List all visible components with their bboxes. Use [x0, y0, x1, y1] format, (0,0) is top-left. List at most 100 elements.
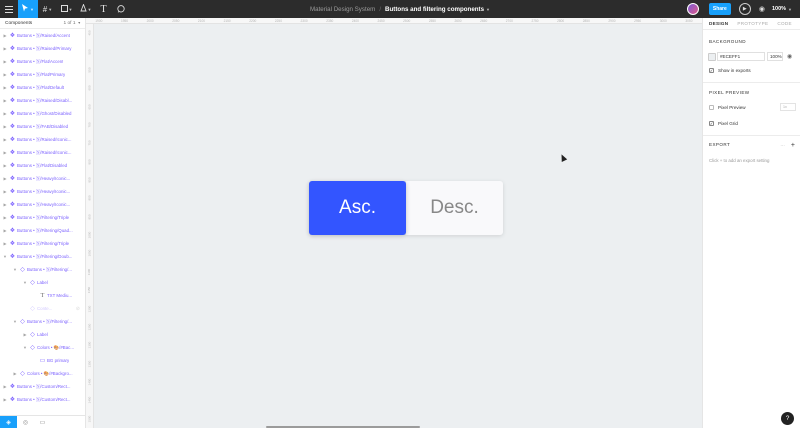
mouse-cursor-icon — [558, 153, 568, 162]
component-icon: ❖ — [9, 124, 16, 130]
chevron-down-icon: ▼ — [68, 6, 73, 12]
ruler-tick-label: 2350 — [326, 18, 334, 23]
layers-icon[interactable]: ◈ — [0, 415, 17, 428]
zoom-level[interactable]: 100% — [772, 6, 786, 12]
chevron-down-icon: ▼ — [77, 21, 81, 25]
component-icon: ❖ — [9, 215, 16, 221]
ruler-tick-label: 1500 — [87, 415, 92, 423]
pixel-preview-scale-select[interactable]: 1x — [780, 103, 796, 111]
background-opacity-input[interactable]: 100% — [767, 52, 783, 61]
shape-tool-button[interactable]: ▼ — [57, 0, 76, 18]
layer-row[interactable]: ◇ Conte... ⊘ — [0, 302, 85, 315]
layer-label: Buttons • 🅂/Filtering/... — [27, 318, 72, 324]
layer-row[interactable]: ▼ ◇ Buttons • 🅂/Filtering/... — [0, 263, 85, 276]
layer-row[interactable]: ▶ ❖ Buttons • 🅂/Raised/Disabl... — [0, 94, 85, 107]
file-name[interactable]: Buttons and filtering components — [385, 6, 484, 13]
tab-design[interactable]: DESIGN — [709, 21, 728, 26]
background-fill-row: #ECEFF1 100% ◉ — [708, 52, 792, 61]
left-panel-footer: ◈ ◎ ▭ — [0, 415, 85, 428]
background-hex-input[interactable]: #ECEFF1 — [717, 52, 765, 61]
layer-row[interactable]: ▶ ❖ Buttons • 🅂/Heavy/Iconic... — [0, 172, 85, 185]
layer-row[interactable]: ▶ ❖ Buttons • 🅂/Raised/Iconic... — [0, 133, 85, 146]
layer-label: Colors • 🎨/#Bac... — [37, 344, 75, 350]
canvas[interactable]: Asc. Desc. — [94, 24, 702, 428]
layer-row[interactable]: ▼ ◇ Colors • 🎨/#Bac... — [0, 341, 85, 354]
export-hint: Click + to add an export setting — [709, 158, 770, 163]
figma-editor: ▼ # ▼ ▼ ▼ T Material Design System / Butt… — [0, 0, 800, 428]
eye-icon[interactable]: ◉ — [787, 53, 792, 60]
pen-icon — [79, 3, 87, 14]
question-icon: ? — [785, 415, 790, 422]
desc-button[interactable]: Desc. — [406, 181, 503, 235]
assets-icon[interactable]: ◎ — [17, 416, 34, 428]
pages-selector[interactable]: Components 1 of 1 ▼ — [0, 18, 85, 29]
frame-tool-button[interactable]: # ▼ — [38, 0, 57, 18]
move-tool-button[interactable]: ▼ — [18, 0, 38, 18]
layer-row[interactable]: ▶ ❖ Buttons • 🅂/Raised/Iconic... — [0, 146, 85, 159]
component-icon: ❖ — [9, 59, 16, 65]
layer-row[interactable]: ▶ ❖ Buttons • 🅂/Filtering/Triple — [0, 211, 85, 224]
layer-row[interactable]: ▼ ❖ Buttons • 🅂/Filtering/Doub... — [0, 250, 85, 263]
eye-closed-icon[interactable]: ⊘ — [76, 306, 80, 312]
chevron-down-icon[interactable]: ▼ — [486, 7, 490, 12]
plus-icon[interactable]: + — [791, 142, 795, 149]
layer-row[interactable]: ▶ ◇ Colors • 🎨/#Backgro... — [0, 367, 85, 380]
color-swatch[interactable] — [708, 52, 716, 61]
layer-label: Buttons • 🅂/Custom/Rect... — [17, 396, 71, 402]
pixel-grid-row[interactable]: ✓ Pixel Grid — [709, 121, 738, 126]
ruler-tick-label: 2500 — [403, 18, 411, 23]
speech-bubble-icon[interactable] — [112, 0, 129, 18]
chevron-down-icon[interactable]: ▼ — [788, 7, 792, 12]
layer-row[interactable]: ▶ ❖ Buttons • 🅂/Custom/Rect... — [0, 380, 85, 393]
instance-icon: ◇ — [30, 345, 35, 351]
layer-row[interactable]: ▶ ❖ Buttons • 🅂/Custom/Rect... — [0, 393, 85, 406]
pixel-preview-row[interactable]: Pixel Preview — [709, 105, 746, 110]
properties-panel: DESIGN PROTOTYPE CODE BACKGROUND #ECEFF1… — [702, 18, 800, 428]
text-T-icon[interactable]: T — [95, 0, 112, 18]
component-icon: ❖ — [9, 85, 16, 91]
play-icon[interactable]: ▶ — [738, 3, 751, 15]
project-name[interactable]: Material Design System — [310, 6, 375, 13]
asc-button[interactable]: Asc. — [309, 181, 406, 235]
ruler-tick-label: 700 — [87, 122, 92, 128]
layer-row[interactable]: ▶ ❖ Buttons • 🅂/Filtering/Quad... — [0, 224, 85, 237]
share-button[interactable]: Share — [708, 3, 731, 15]
layer-row[interactable]: ▶ ❖ Buttons • 🅂/Ghost/Disabled — [0, 107, 85, 120]
tab-prototype[interactable]: PROTOTYPE — [737, 21, 768, 26]
layer-row[interactable]: ▶ ❖ Buttons • 🅂/Raised/Accent — [0, 29, 85, 42]
layer-row[interactable]: ▶ ❖ Buttons • 🅂/Flat/Default — [0, 81, 85, 94]
pixel-grid-checkbox[interactable]: ✓ — [709, 121, 714, 126]
ruler-vertical: 450 500 550 600 650 700 750 800 850 900 950 1000 105… — [86, 24, 94, 428]
layer-row[interactable]: ▼ ◇ Buttons • 🅂/Filtering/... — [0, 315, 85, 328]
tab-code[interactable]: CODE — [777, 21, 791, 26]
layer-row[interactable]: ▶ ◇ Label — [0, 328, 85, 341]
layer-row[interactable]: T TXT Mediu... — [0, 289, 85, 302]
book-icon[interactable]: ▭ — [34, 416, 51, 428]
section-divider — [703, 135, 800, 136]
layer-row[interactable]: ▭ BG primary — [0, 354, 85, 367]
layer-row[interactable]: ▶ ❖ Buttons • 🅂/Flat/Accent — [0, 55, 85, 68]
layer-row[interactable]: ▶ ❖ Buttons • 🅂/Flat/Primary — [0, 68, 85, 81]
layer-row[interactable]: ▶ ❖ Buttons • 🅂/Raised/Primary — [0, 42, 85, 55]
layer-row[interactable]: ▶ ❖ Buttons • 🅂/Flat/Disabled — [0, 159, 85, 172]
pen-tool-button[interactable]: ▼ — [76, 0, 95, 18]
layer-row[interactable]: ▶ ❖ Buttons • 🅂/FAB/Disabled — [0, 120, 85, 133]
show-in-exports-checkbox[interactable]: ✓ — [709, 68, 714, 73]
export-options-icon[interactable]: ⋯ — [780, 143, 785, 149]
hamburger-icon[interactable] — [0, 0, 18, 18]
avatar[interactable] — [686, 3, 699, 15]
eye-icon[interactable]: ◉ — [759, 5, 765, 13]
layer-row[interactable]: ▶ ❖ Buttons • 🅂/Filtering/Triple — [0, 237, 85, 250]
filter-button-group[interactable]: Asc. Desc. — [309, 181, 503, 235]
layer-row[interactable]: ▶ ❖ Buttons • 🅂/Heavy/Iconic... — [0, 198, 85, 211]
ruler-tick-label: 600 — [87, 85, 92, 91]
ruler-tick-label: 2300 — [300, 18, 308, 23]
ruler-tick-label: 1050 — [87, 250, 92, 257]
help-button[interactable]: ? — [781, 412, 794, 425]
layer-row[interactable]: ▼ ◇ Label — [0, 276, 85, 289]
pixel-preview-checkbox[interactable] — [709, 105, 714, 110]
component-icon: ❖ — [9, 33, 16, 39]
show-in-exports-row[interactable]: ✓ Show in exports — [709, 68, 751, 73]
layer-row[interactable]: ▶ ❖ Buttons • 🅂/Heavy/Iconic... — [0, 185, 85, 198]
page-count: 1 of 1 ▼ — [64, 21, 81, 26]
